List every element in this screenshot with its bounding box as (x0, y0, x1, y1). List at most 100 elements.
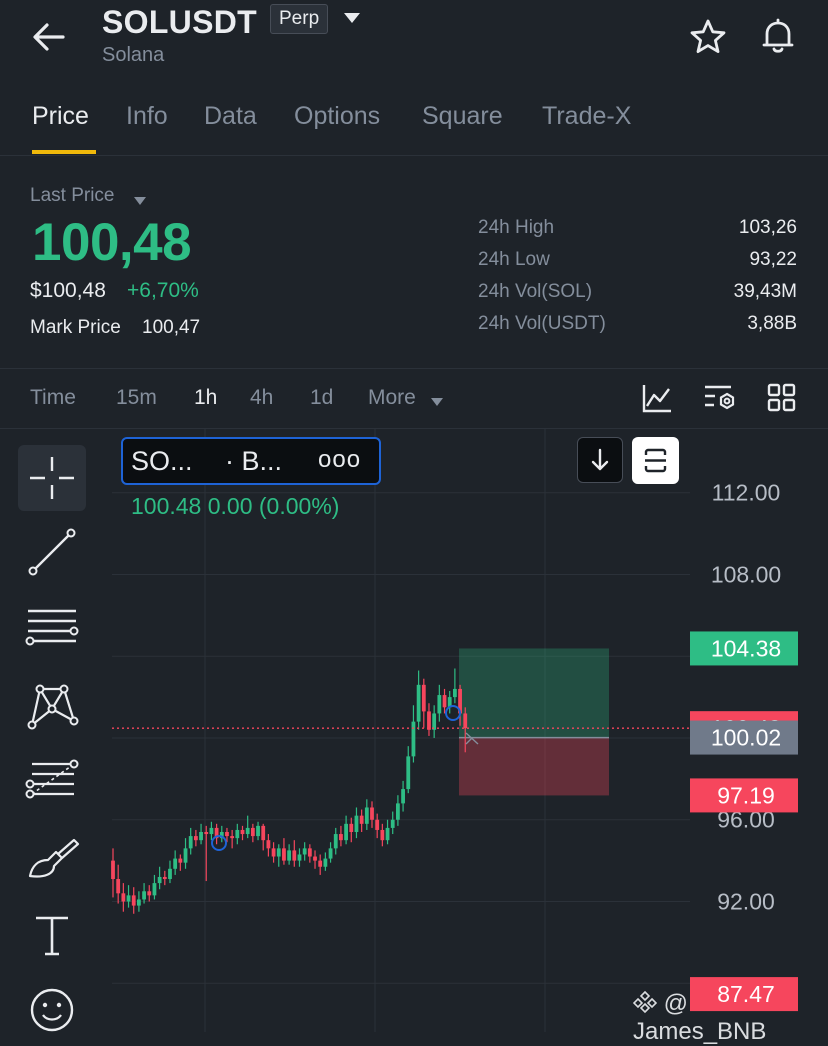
stat-24h-vol-sol-label: 24h Vol(SOL) (478, 281, 593, 302)
back-button[interactable] (30, 20, 70, 54)
candle-body (126, 895, 131, 902)
horizontal-lines-tool[interactable] (18, 597, 86, 663)
emoji-tool[interactable] (18, 978, 86, 1032)
candle-body (142, 891, 146, 900)
horizontal-lines-icon (25, 609, 79, 646)
layout-button[interactable] (766, 382, 798, 419)
candle-body (380, 829, 385, 841)
candle-body (359, 815, 364, 824)
chart-indicator-icon (642, 385, 671, 413)
legend-source: · B... (225, 446, 283, 476)
candle-body (121, 893, 126, 902)
price-tag-label: 104.38 (711, 635, 781, 661)
fib-tool[interactable] (18, 750, 86, 816)
interval-1h[interactable]: 1h (194, 386, 217, 410)
candle-body (307, 848, 312, 857)
last-price-dropdown[interactable] (133, 193, 147, 211)
interval-time[interactable]: Time (30, 386, 76, 410)
price-change-percent: +6,70% (127, 279, 199, 302)
crosshair-icon (30, 457, 74, 499)
chart-settings-button[interactable] (703, 382, 737, 419)
candle-body (302, 848, 307, 855)
tab-square[interactable]: Square (422, 102, 503, 131)
fit-screen-button[interactable] (632, 437, 679, 484)
last-price-label[interactable]: Last Price (30, 185, 114, 207)
caret-down-icon (431, 398, 443, 406)
crosshair-tool[interactable] (18, 445, 86, 511)
watermark: @ James_BNB (632, 990, 828, 1046)
tab-info[interactable]: Info (126, 102, 168, 131)
symbol-title[interactable]: SOLUSDT (102, 4, 257, 41)
tab-price[interactable]: Price (32, 102, 89, 131)
candle-body (411, 721, 416, 757)
candle-body (157, 876, 162, 884)
tab-data[interactable]: Data (204, 102, 257, 131)
interval-4h[interactable]: 4h (250, 386, 273, 410)
indicators-button[interactable] (641, 382, 673, 419)
price-tag-label: 100.02 (711, 725, 781, 751)
annotation-marker (445, 705, 461, 721)
tab-trade-x[interactable]: Trade-X (542, 102, 631, 131)
candle-body (421, 684, 426, 712)
trend-line-icon (28, 528, 76, 576)
star-icon (690, 19, 726, 53)
candle-body (385, 827, 390, 841)
candle-body (173, 858, 178, 869)
stat-24h-high-value: 103,26 (738, 217, 797, 238)
price-chart[interactable]: 112.00108.0096.0092.00 104.38100.48100.0… (0, 429, 828, 1032)
candle-body (370, 807, 374, 820)
legend-values: 100.48 0.00 (0.00%) (131, 493, 340, 519)
mark-price-label: Mark Price (30, 317, 121, 338)
candle-body (282, 848, 286, 861)
active-tab-indicator (32, 150, 96, 154)
candle-body (463, 713, 468, 729)
symbol-dropdown-button[interactable] (343, 11, 361, 30)
candle-body (364, 807, 369, 824)
stat-24h-vol-usdt-value: 3,88B (747, 313, 797, 334)
price-tag-label: 97.19 (717, 782, 775, 808)
candle-body (276, 848, 281, 857)
candle-body (339, 834, 343, 841)
candle-body (162, 876, 167, 880)
interval-more-dropdown[interactable] (430, 394, 444, 412)
candle-body (344, 823, 348, 841)
candle-body (250, 827, 255, 837)
trend-line-tool[interactable] (18, 520, 86, 586)
candle-body (328, 848, 333, 859)
legend-symbol: SO... (131, 446, 193, 476)
text-tool[interactable] (18, 902, 86, 968)
tab-options[interactable]: Options (294, 102, 380, 131)
grid-icon (767, 383, 796, 412)
interval-15m[interactable]: 15m (116, 386, 157, 410)
candle-body (406, 756, 411, 790)
last-price-value: 100,48 (32, 213, 192, 272)
candle-body (245, 827, 250, 835)
stat-24h-low-value: 93,22 (749, 249, 797, 270)
pattern-tool[interactable] (18, 673, 86, 739)
interval-1d[interactable]: 1d (310, 386, 333, 410)
candle-body (375, 819, 380, 830)
candle-body (354, 815, 359, 833)
scroll-to-latest-button[interactable] (577, 437, 623, 483)
candle-body (297, 854, 302, 861)
candle-body (437, 695, 442, 714)
interval-more[interactable]: More (368, 386, 416, 410)
candle-body (333, 834, 338, 849)
arrow-left-icon (33, 23, 65, 51)
emoji-icon (30, 988, 74, 1032)
favorite-button[interactable] (688, 17, 728, 62)
legend-menu-button[interactable]: ooo (318, 446, 361, 474)
candle-body (349, 823, 354, 833)
text-icon (36, 916, 68, 956)
candle-body (188, 836, 193, 849)
candle-body (416, 684, 421, 722)
candle-body (116, 879, 121, 894)
brush-tool[interactable] (18, 826, 86, 892)
stat-24h-high-label: 24h High (478, 217, 555, 238)
alert-button[interactable] (758, 16, 798, 61)
asset-name: Solana (102, 44, 165, 66)
candle-body (287, 850, 292, 861)
arrow-down-icon (591, 448, 609, 471)
annotation-marker (211, 835, 227, 851)
candle-body (152, 883, 157, 896)
